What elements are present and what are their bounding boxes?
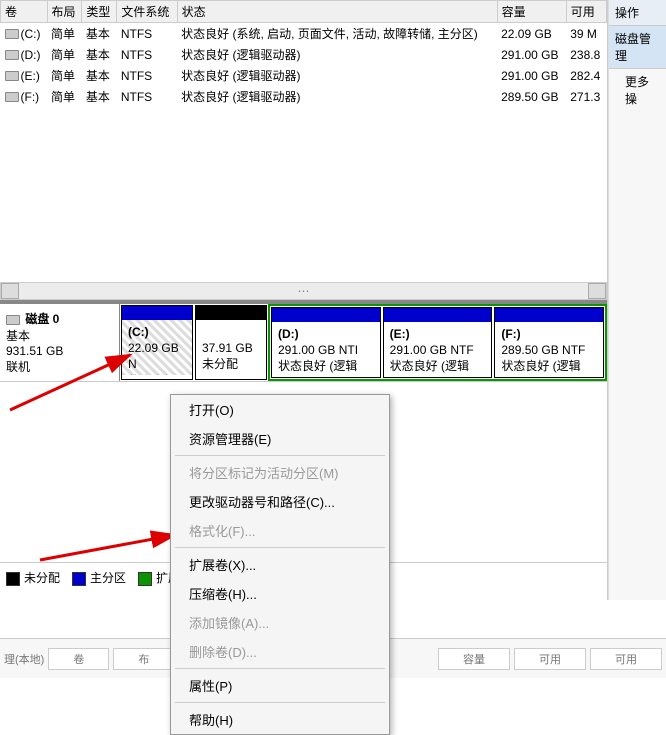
disk-type: 基本 [6, 329, 30, 343]
volume-row[interactable]: (D:)简单基本NTFS状态良好 (逻辑驱动器)291.00 GB238.8 [1, 44, 607, 65]
partition-c[interactable]: (C:) 22.09 GB N 状态良好 (系 [121, 305, 193, 380]
menu-properties[interactable]: 属性(P) [171, 671, 389, 700]
col-status[interactable]: 状态 [177, 1, 497, 23]
legend-unallocated-icon [6, 572, 20, 586]
volume-list-pane: 卷 布局 类型 文件系统 状态 容量 可用 (C:)简单基本NTFS状态良好 (… [0, 0, 607, 300]
horizontal-scrollbar[interactable]: ⋯ [0, 282, 607, 300]
disk-name: 磁盘 0 [25, 312, 59, 326]
col-layout[interactable]: 布局 [47, 1, 82, 23]
volume-icon [5, 50, 19, 60]
disk-size: 931.51 GB [6, 344, 63, 358]
col-volume[interactable]: 卷 [1, 1, 48, 23]
extended-partition: (D:) 291.00 GB NTI 状态良好 (逻辑 (E:) 291.00 … [268, 304, 607, 381]
menu-format: 格式化(F)... [171, 516, 389, 545]
scroll-left-button[interactable] [1, 283, 19, 299]
scroll-track[interactable]: ⋯ [19, 284, 588, 298]
partition-e[interactable]: (E:) 291.00 GB NTF 状态良好 (逻辑 [383, 307, 493, 378]
legend-primary-icon [72, 572, 86, 586]
context-menu: 打开(O) 资源管理器(E) 将分区标记为活动分区(M) 更改驱动器号和路径(C… [170, 394, 390, 735]
partition-f[interactable]: (F:) 289.50 GB NTF 状态良好 (逻辑 [494, 307, 604, 378]
scroll-right-button[interactable] [588, 283, 606, 299]
disk-state: 联机 [6, 360, 30, 374]
menu-open[interactable]: 打开(O) [171, 395, 389, 424]
menu-explorer[interactable]: 资源管理器(E) [171, 424, 389, 453]
menu-mark-active: 将分区标记为活动分区(M) [171, 458, 389, 487]
volume-icon [5, 92, 19, 102]
menu-shrink-volume[interactable]: 压缩卷(H)... [171, 579, 389, 608]
menu-delete-volume: 删除卷(D)... [171, 637, 389, 666]
menu-help[interactable]: 帮助(H) [171, 705, 389, 734]
partition-unallocated[interactable]: 37.91 GB 未分配 [195, 305, 267, 380]
volume-icon [5, 29, 19, 39]
col-fs[interactable]: 文件系统 [117, 1, 177, 23]
volume-row[interactable]: (F:)简单基本NTFS状态良好 (逻辑驱动器)289.50 GB271.3 [1, 86, 607, 107]
volume-row[interactable]: (C:)简单基本NTFS状态良好 (系统, 启动, 页面文件, 活动, 故障转储… [1, 23, 607, 45]
sidebar-item-diskmgmt[interactable]: 磁盘管理 [609, 26, 666, 69]
menu-extend-volume[interactable]: 扩展卷(X)... [171, 550, 389, 579]
disk-info[interactable]: 磁盘 0 基本 931.51 GB 联机 [0, 304, 120, 381]
volume-row[interactable]: (E:)简单基本NTFS状态良好 (逻辑驱动器)291.00 GB282.4 [1, 65, 607, 86]
sidebar-header: 操作 [609, 0, 666, 26]
col-type[interactable]: 类型 [82, 1, 117, 23]
menu-change-letter[interactable]: 更改驱动器号和路径(C)... [171, 487, 389, 516]
col-free[interactable]: 可用 [566, 1, 606, 23]
col-capacity[interactable]: 容量 [497, 1, 566, 23]
legend-extended-icon [138, 572, 152, 586]
menu-add-mirror: 添加镜像(A)... [171, 608, 389, 637]
partition-d[interactable]: (D:) 291.00 GB NTI 状态良好 (逻辑 [271, 307, 381, 378]
actions-sidebar: 操作 磁盘管理 更多操 [608, 0, 666, 600]
sidebar-item-more[interactable]: 更多操 [609, 69, 666, 111]
disk-icon [6, 315, 20, 325]
volume-icon [5, 71, 19, 81]
